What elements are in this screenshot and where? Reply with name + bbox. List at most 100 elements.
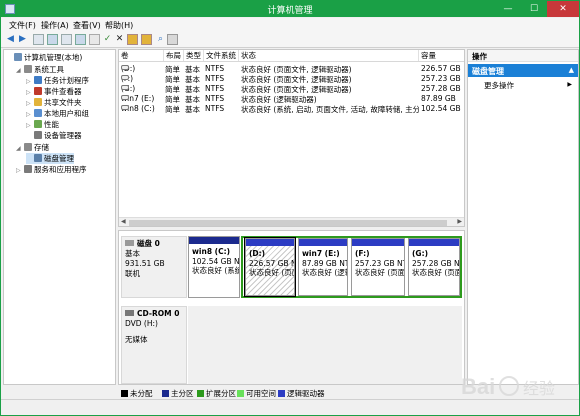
- tree-item-7[interactable]: 设备管理器: [26, 130, 82, 141]
- title-bar[interactable]: 计算机管理 — ☐ ✕: [1, 1, 579, 17]
- table-row[interactable]: win8 (C:) 简单 基本 NTFS 状态良好 (系统, 启动, 页面文件, 活动,…: [119, 103, 464, 114]
- legend-item: 未分配: [121, 388, 153, 399]
- tree-item-4[interactable]: ▷ 共享文件夹: [26, 97, 82, 108]
- watermark-brand-suffix: 经验: [523, 379, 555, 398]
- tree-expander-icon[interactable]: ◢: [16, 65, 24, 76]
- export-icon[interactable]: [167, 34, 178, 45]
- menu-action[interactable]: 操作(A): [41, 20, 69, 31]
- table-cell: NTFS: [205, 64, 225, 73]
- partition-bar-logical: [409, 239, 459, 246]
- folder-icon: [34, 98, 42, 106]
- tree-item-5[interactable]: ▷ 本地用户和组: [26, 108, 89, 119]
- view-icon[interactable]: [61, 34, 72, 45]
- partition-c[interactable]: win8 (C:) 102.54 GB NT 状态良好 (系统: [188, 236, 240, 298]
- back-icon[interactable]: ◀: [5, 34, 16, 45]
- column-volume[interactable]: 卷: [119, 50, 164, 61]
- partition-g[interactable]: (G:) 257.28 GB NT 状态良好 (页面: [408, 238, 460, 296]
- table-cell: NTFS: [205, 104, 225, 113]
- cdrom-0-area: [188, 306, 462, 384]
- maximize-button[interactable]: ☐: [521, 1, 547, 17]
- folder-icon[interactable]: [141, 34, 152, 45]
- drive-icon: [121, 85, 129, 90]
- tree-item-3[interactable]: ▷ 事件查看器: [26, 86, 82, 97]
- column-filesystem[interactable]: 文件系统: [204, 50, 239, 61]
- table-row[interactable]: (G:)简单基本NTFS状态良好 (页面文件, 逻辑驱动器)257.28 GB: [119, 83, 464, 94]
- legend-swatch: [197, 390, 204, 397]
- legend-label: 主分区: [171, 389, 194, 398]
- disk-0-label[interactable]: 磁盘 0 基本 931.51 GB 联机: [121, 236, 187, 298]
- table-row[interactable]: (D:)简单基本NTFS状态良好 (页面文件, 逻辑驱动器)226.57 GB: [119, 63, 464, 74]
- disk-map: 磁盘 0 基本 931.51 GB 联机 win8 (C:) 102.54 GB…: [118, 230, 465, 385]
- cdrom-0-label[interactable]: CD-ROM 0 DVD (H:) 无媒体: [121, 306, 187, 384]
- table-row[interactable]: win7 (E:) 简单 基本 NTFS 状态良好 (逻辑驱动器) 87.89 GB: [119, 93, 464, 104]
- tree-item-10[interactable]: ▷ 服务和应用程序: [16, 164, 87, 175]
- open-folder-icon[interactable]: [127, 34, 138, 45]
- table-row[interactable]: (F:)简单基本NTFS状态良好 (页面文件, 逻辑驱动器)257.23 GB: [119, 73, 464, 84]
- disk-0-size: 931.51 GB: [125, 259, 165, 268]
- legend-swatch: [121, 390, 128, 397]
- legend-item: 主分区: [162, 388, 194, 399]
- show-hide-tree-icon[interactable]: [47, 34, 58, 45]
- menu-file[interactable]: 文件(F): [9, 20, 36, 31]
- tree-item-label: 计算机管理(本地): [24, 53, 83, 62]
- tree-item-label: 存储: [34, 143, 49, 152]
- actions-header: 操作: [468, 50, 578, 62]
- minimize-button[interactable]: —: [495, 1, 521, 17]
- watermark-brand: Bai: [461, 374, 495, 399]
- partition-bar-logical: [299, 239, 347, 246]
- partition-d[interactable]: (D:) 226.57 GB NT 状态良好 (页面: [244, 237, 296, 297]
- table-cell: 226.57 GB: [421, 64, 461, 73]
- menu-help[interactable]: 帮助(H): [105, 20, 133, 31]
- menu-bar: 文件(F) 操作(A) 查看(V) 帮助(H): [1, 18, 579, 32]
- partition-bar-logical: [352, 239, 404, 246]
- scroll-left-icon[interactable]: ◀: [121, 218, 126, 225]
- tree-item-label: 服务和应用程序: [34, 165, 87, 174]
- tree-expander-icon[interactable]: ▷: [16, 165, 24, 176]
- column-status[interactable]: 状态: [239, 50, 419, 61]
- column-layout[interactable]: 布局: [164, 50, 184, 61]
- partition-f[interactable]: (F:) 257.23 GB NT 状态良好 (页面: [351, 238, 405, 296]
- legend-item: 可用空间: [237, 388, 276, 399]
- up-icon[interactable]: [33, 34, 44, 45]
- tree-expander-icon[interactable]: ◢: [16, 143, 24, 154]
- scrollbar-thumb[interactable]: [129, 220, 447, 226]
- storage-icon: [24, 143, 32, 151]
- close-button[interactable]: ✕: [547, 1, 579, 17]
- collapse-up-icon[interactable]: ▲: [569, 66, 574, 74]
- tree-item-label: 磁盘管理: [44, 154, 74, 163]
- tree-item-label: 本地用户和组: [44, 109, 89, 118]
- tree-item-6[interactable]: ▷ 性能: [26, 119, 59, 130]
- watermark-paw-icon: [499, 376, 519, 396]
- tools-icon: [24, 65, 32, 73]
- help-icon[interactable]: [89, 34, 100, 45]
- column-capacity[interactable]: 容量: [419, 50, 464, 61]
- delete-icon[interactable]: ✕: [114, 34, 125, 45]
- tree-item-1[interactable]: ◢ 系统工具: [16, 64, 64, 75]
- more-actions[interactable]: 更多操作: [484, 80, 514, 91]
- properties-icon[interactable]: [75, 34, 86, 45]
- forward-icon[interactable]: ▶: [17, 34, 28, 45]
- column-type[interactable]: 类型: [184, 50, 204, 61]
- tree-item-9[interactable]: 磁盘管理: [26, 153, 74, 164]
- disk-0-type: 基本: [125, 249, 140, 258]
- actions-section-disk-management[interactable]: 磁盘管理 ▲: [468, 64, 578, 77]
- cdrom-icon: [125, 310, 134, 316]
- search-icon[interactable]: ⌕: [155, 34, 166, 45]
- drive-icon: [121, 65, 129, 70]
- tree-item-2[interactable]: ▷ 任务计划程序: [26, 75, 89, 86]
- horizontal-scrollbar[interactable]: ◀ ▶: [119, 217, 464, 226]
- menu-view[interactable]: 查看(V): [73, 20, 101, 31]
- table-cell: NTFS: [205, 94, 225, 103]
- partition-e[interactable]: win7 (E:) 87.89 GB NTI 状态良好 (逻辑: [298, 238, 348, 296]
- legend-item: 逻辑驱动器: [278, 388, 325, 399]
- legend-swatch: [278, 390, 285, 397]
- refresh-icon[interactable]: ✓: [102, 34, 113, 45]
- scroll-right-icon[interactable]: ▶: [457, 218, 462, 225]
- actions-pane: 操作 磁盘管理 ▲ 更多操作 ▶: [467, 49, 579, 385]
- table-cell: 257.28 GB: [421, 84, 461, 93]
- computer-icon: [14, 53, 22, 61]
- table-cell: 102.54 GB: [421, 104, 461, 113]
- tree-item-0[interactable]: 计算机管理(本地): [6, 52, 82, 63]
- table-cell-volume: (F:): [121, 74, 133, 83]
- tree-item-8[interactable]: ◢ 存储: [16, 142, 49, 153]
